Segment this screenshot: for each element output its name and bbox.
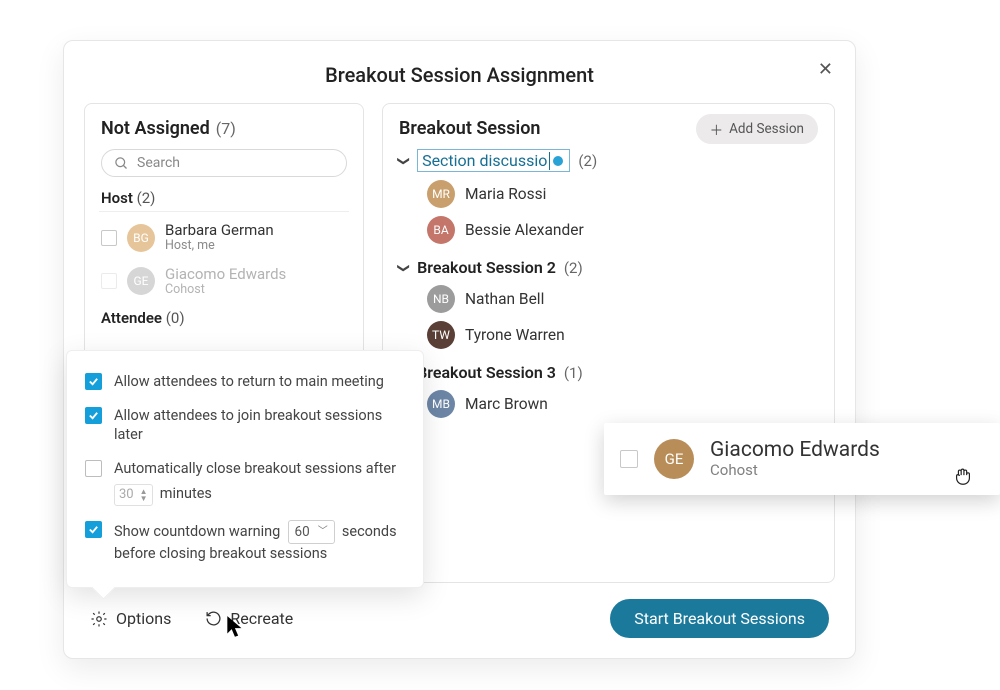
participant-row[interactable]: BG Barbara GermanHost, me: [101, 216, 347, 260]
sessions-title: Breakout Session: [399, 118, 540, 139]
attendee-section-label: Attendee (0): [101, 309, 347, 327]
participant-role: Cohost: [710, 462, 880, 479]
chevron-down-icon: ❯: [397, 262, 411, 272]
not-assigned-title: Not Assigned: [101, 118, 210, 139]
checkbox[interactable]: [101, 273, 117, 289]
recreate-label: Recreate: [230, 609, 293, 628]
member-name: Maria Rossi: [465, 185, 546, 203]
dragging-participant-card[interactable]: GE Giacomo Edwards Cohost: [604, 423, 1000, 495]
avatar: TW: [427, 321, 455, 349]
text-cursor-handle-icon: [553, 156, 563, 166]
session-member[interactable]: BA Bessie Alexander: [399, 212, 818, 248]
checkbox-unchecked-icon[interactable]: [85, 460, 102, 477]
session-count: (2): [564, 259, 583, 277]
option-auto-close[interactable]: Automatically close breakout sessions af…: [85, 452, 405, 513]
start-sessions-label: Start Breakout Sessions: [634, 609, 805, 628]
session-name: Breakout Session 3: [417, 363, 556, 382]
participant-role: Cohost: [165, 283, 286, 297]
session-name-input[interactable]: Section discussio: [417, 149, 570, 172]
participant-meta: Giacomo Edwards Cohost: [710, 438, 880, 479]
avatar: NB: [427, 285, 455, 313]
checkbox-checked-icon[interactable]: [85, 407, 102, 424]
stepper-arrows-icon: ▲▼: [140, 488, 148, 502]
search-input[interactable]: Search: [101, 149, 347, 177]
option-countdown[interactable]: Show countdown warning 60 ﹀ seconds befo…: [85, 513, 405, 571]
sessions-panel: Breakout Session ＋ Add Session ❯ Section …: [382, 103, 835, 583]
recreate-button[interactable]: Recreate: [205, 609, 293, 628]
avatar: BA: [427, 216, 455, 244]
add-session-button[interactable]: ＋ Add Session: [696, 114, 818, 144]
chevron-down-icon: ❯: [397, 155, 411, 165]
session-header[interactable]: ❯ Breakout Session 2 (2): [399, 258, 818, 277]
dialog-title: Breakout Session Assignment ✕: [64, 41, 855, 103]
options-label: Options: [116, 609, 171, 628]
session-member[interactable]: MB Marc Brown: [399, 386, 818, 422]
not-assigned-heading: Not Assigned (7): [101, 118, 347, 139]
session: ❯Breakout Session 3 (1) MB Marc Brown: [399, 363, 818, 422]
session-header[interactable]: ❯ Section discussio (2): [399, 149, 818, 172]
close-icon[interactable]: ✕: [818, 59, 833, 80]
option-return-to-main[interactable]: Allow attendees to return to main meetin…: [85, 365, 405, 399]
options-popover: Allow attendees to return to main meetin…: [66, 350, 424, 588]
checkbox[interactable]: [620, 450, 638, 468]
plus-icon: ＋: [710, 119, 724, 139]
search-placeholder: Search: [137, 155, 180, 171]
divider: [99, 211, 349, 212]
avatar: GE: [127, 267, 155, 295]
options-button[interactable]: Options: [90, 609, 171, 628]
member-name: Marc Brown: [465, 395, 548, 413]
dialog-title-text: Breakout Session Assignment: [325, 63, 594, 87]
start-sessions-button[interactable]: Start Breakout Sessions: [610, 599, 829, 638]
session: ❯ Section discussio (2) MR Maria Rossi BA Bes…: [399, 149, 818, 248]
session-member[interactable]: NB Nathan Bell: [399, 281, 818, 317]
avatar: MB: [427, 390, 455, 418]
host-section-label: Host (2): [101, 189, 347, 207]
dialog-footer: Options Recreate Start Breakout Sessions: [64, 599, 855, 638]
session-count: (2): [578, 152, 597, 170]
member-name: Tyrone Warren: [465, 326, 565, 344]
not-assigned-count: (7): [216, 119, 236, 138]
footer-left: Options Recreate: [90, 609, 293, 628]
session-count: (1): [564, 364, 583, 382]
option-label: Allow attendees to join breakout session…: [114, 406, 405, 445]
participant-name: Giacomo Edwards: [165, 266, 286, 283]
checkbox-checked-icon[interactable]: [85, 521, 102, 538]
checkbox-checked-icon[interactable]: [85, 373, 102, 390]
member-name: Nathan Bell: [465, 290, 544, 308]
session-header[interactable]: ❯Breakout Session 3 (1): [399, 363, 818, 382]
avatar: BG: [127, 224, 155, 252]
option-label: Allow attendees to return to main meetin…: [114, 372, 405, 392]
session-member[interactable]: TW Tyrone Warren: [399, 317, 818, 353]
session: ❯ Breakout Session 2 (2) NB Nathan Bell TW Ty…: [399, 258, 818, 353]
session-list: ❯ Section discussio (2) MR Maria Rossi BA Bes…: [399, 149, 818, 422]
seconds-select[interactable]: 60 ﹀: [288, 520, 335, 544]
member-name: Bessie Alexander: [465, 221, 584, 239]
participant-row[interactable]: GE Giacomo EdwardsCohost: [101, 260, 347, 304]
avatar: MR: [427, 180, 455, 208]
participant-name: Giacomo Edwards: [710, 438, 880, 462]
minutes-stepper[interactable]: 30 ▲▼: [114, 484, 153, 506]
session-member[interactable]: MR Maria Rossi: [399, 176, 818, 212]
refresh-icon: [205, 610, 222, 627]
avatar: GE: [654, 439, 694, 479]
host-list: BG Barbara GermanHost, me GE Giacomo Edward…: [101, 216, 347, 303]
add-session-label: Add Session: [729, 121, 804, 137]
search-icon: [114, 156, 129, 171]
option-label: Show countdown warning 60 ﹀ seconds befo…: [114, 520, 405, 564]
checkbox[interactable]: [101, 230, 117, 246]
participant-role: Host, me: [165, 239, 274, 253]
gear-icon: [90, 610, 108, 628]
chevron-down-icon: ﹀: [318, 525, 328, 539]
option-join-later[interactable]: Allow attendees to join breakout session…: [85, 399, 405, 452]
grab-cursor-icon: [952, 465, 974, 487]
option-label: Automatically close breakout sessions af…: [114, 459, 405, 506]
session-name: Breakout Session 2: [417, 258, 556, 277]
participant-name: Barbara German: [165, 222, 274, 239]
